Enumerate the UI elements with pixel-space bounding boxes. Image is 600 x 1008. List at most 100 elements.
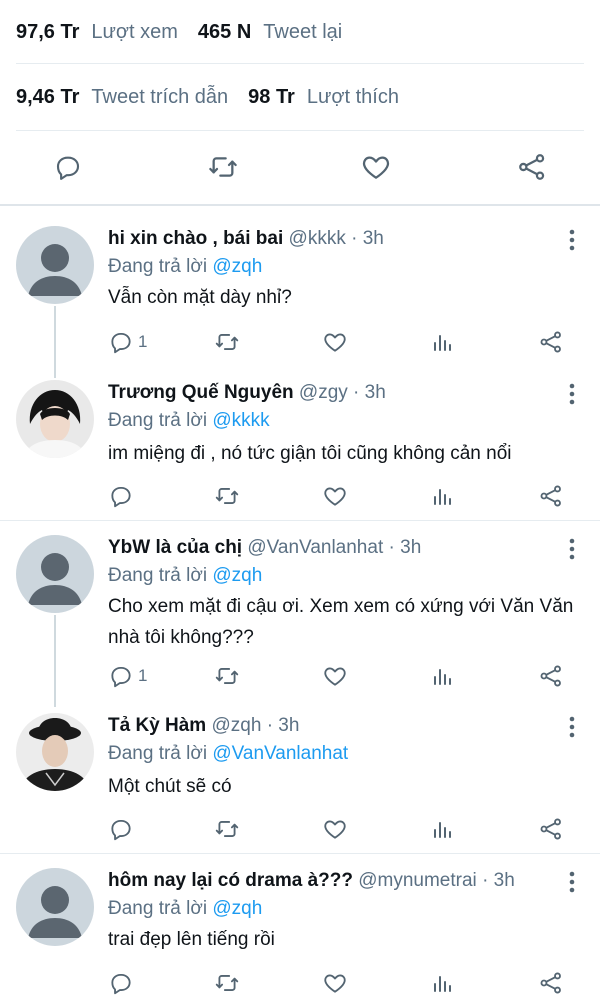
share-button[interactable] [538,661,564,691]
likes-label[interactable]: Lượt thích [307,86,399,109]
more-options-button[interactable] [564,535,580,563]
user-handle[interactable]: @kkkk [289,228,346,249]
retweet-button[interactable] [205,149,241,185]
display-name[interactable]: hôm nay lại có drama à??? [108,870,353,891]
views-label[interactable]: Lượt xem [91,21,178,44]
reply-button[interactable]: 1 [108,661,147,691]
retweet-button[interactable] [214,327,240,357]
default-avatar-icon [16,535,94,613]
more-options-button[interactable] [564,868,580,896]
share-icon [540,665,561,687]
reply-header: YbW là của chị @VanVanlanhat · 3h [108,537,421,559]
like-button[interactable] [322,481,348,511]
reply-text: Một chút sẽ có [108,776,232,797]
reply-action-row: 1 [108,661,588,691]
avatar[interactable] [16,226,94,304]
display-name[interactable]: Tả Kỳ Hàm [108,715,206,736]
like-button[interactable] [322,814,348,844]
reply-button[interactable] [108,968,138,998]
retweet-button[interactable] [214,968,240,998]
display-name[interactable]: Trương Quế Nguyên [108,382,294,403]
timestamp: · 3h [353,382,386,403]
views-count: 97,6 Tr [16,20,80,43]
default-avatar-icon [16,868,94,946]
like-button[interactable] [322,968,348,998]
stats-row-quotes: 9,46 Tr Tweet trích dẫn 98 Tr Lượt thích [0,64,600,130]
heart-icon [324,974,346,993]
display-name[interactable]: hi xin chào , bái bai [108,228,283,249]
heart-icon [324,333,346,352]
analytics-icon [434,976,451,992]
thread-line [54,306,56,378]
analytics-button[interactable] [430,814,454,844]
likes-count: 98 Tr [248,85,295,108]
like-button[interactable] [322,661,348,691]
retweet-icon [215,975,239,991]
retweets-label[interactable]: Tweet lại [263,21,342,44]
replying-to-handle[interactable]: @zqh [212,565,262,586]
replying-to-handle[interactable]: @VanVanlanhat [212,743,348,764]
replying-label: Đang trả lời [108,565,208,586]
user-handle[interactable]: @zqh [211,715,261,736]
replying-to-handle[interactable]: @zqh [212,898,262,919]
more-options-button[interactable] [564,713,580,741]
analytics-button[interactable] [430,661,454,691]
more-vertical-icon [569,229,575,251]
replying-label: Đang trả lời [108,410,208,431]
replying-label: Đang trả lời [108,743,208,764]
replying-to-handle[interactable]: @zqh [212,256,262,277]
reply-header: Trương Quế Nguyên @zgy · 3h [108,382,386,404]
retweet-icon [215,488,239,504]
reply-text: Vẫn còn mặt dày nhỉ? [108,287,292,308]
analytics-button[interactable] [430,327,454,357]
quotes-count: 9,46 Tr [16,85,80,108]
avatar[interactable] [16,713,94,791]
like-button[interactable] [358,149,394,185]
reply-button[interactable] [108,481,138,511]
share-icon [540,818,561,840]
retweet-icon [215,821,239,837]
reply-count: 1 [138,666,148,685]
like-button[interactable] [322,327,348,357]
retweet-button[interactable] [214,814,240,844]
quotes-label[interactable]: Tweet trích dẫn [91,86,228,109]
replying-to: Đang trả lời @VanVanlanhat [108,743,348,765]
heart-icon [324,487,346,506]
analytics-icon [434,335,451,351]
reply-button[interactable] [50,149,86,185]
avatar[interactable] [16,535,94,613]
user-handle[interactable]: @VanVanlanhat [247,537,383,558]
share-button[interactable] [514,149,550,185]
reply-text: trai đẹp lên tiếng rồi [108,929,275,950]
more-options-button[interactable] [564,380,580,408]
reply-action-row: 1 [108,327,588,357]
share-icon [540,972,561,994]
reply-action-row [108,481,588,511]
user-handle[interactable]: @zgy [299,382,348,403]
retweet-button[interactable] [214,481,240,511]
share-button[interactable] [538,814,564,844]
user-handle[interactable]: @mynumetrai [358,870,477,891]
thread-line [54,615,56,707]
analytics-icon [434,489,451,505]
more-vertical-icon [569,383,575,405]
share-button[interactable] [538,327,564,357]
share-button[interactable] [538,968,564,998]
display-name[interactable]: YbW là của chị [108,537,242,558]
avatar[interactable] [16,380,94,458]
share-button[interactable] [538,481,564,511]
reply-button[interactable]: 1 [108,327,147,357]
replying-to: Đang trả lời @zqh [108,898,262,920]
comment-icon [111,819,131,841]
comment-icon [111,332,131,354]
divider [0,853,600,854]
analytics-button[interactable] [430,968,454,998]
reply-button[interactable] [108,814,138,844]
more-options-button[interactable] [564,226,580,254]
avatar[interactable] [16,868,94,946]
retweet-button[interactable] [214,661,240,691]
analytics-button[interactable] [430,481,454,511]
retweet-icon [215,334,239,350]
more-vertical-icon [569,538,575,560]
replying-to-handle[interactable]: @kkkk [212,410,269,431]
